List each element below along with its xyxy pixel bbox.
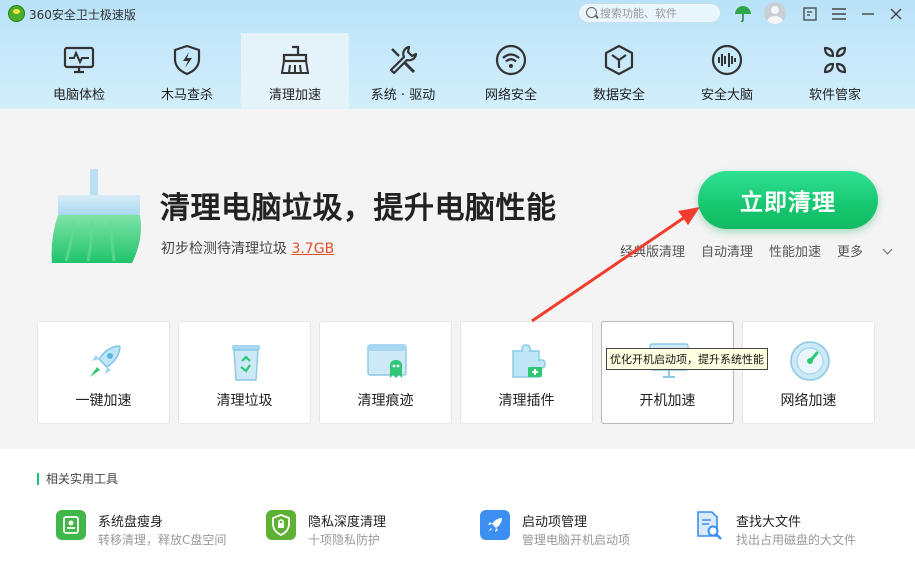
util-desc: 管理电脑开机启动项 — [522, 533, 631, 547]
page-headline: 清理电脑垃圾，提升电脑性能 — [160, 191, 557, 226]
tool-clean-junk[interactable]: 清理垃圾 — [178, 321, 311, 424]
more-label: 更多 — [837, 245, 864, 260]
nav-label: 安全大脑 — [700, 88, 753, 103]
nav-item-clean-speedup[interactable]: 清理加速 — [241, 33, 349, 109]
shield-bolt-icon — [170, 43, 204, 77]
nav-item-trojan-scan[interactable]: 木马查杀 — [133, 33, 241, 109]
trace-window-icon — [366, 340, 408, 382]
close-icon[interactable] — [886, 4, 906, 24]
tool-clean-traces[interactable]: 清理痕迹 — [319, 321, 452, 424]
util-title: 系统盘瘦身 — [98, 515, 164, 530]
more-dropdown[interactable]: 更多 — [837, 241, 907, 260]
broom-icon — [278, 43, 312, 77]
header: 360安全卫士极速版 电脑体检 — [0, 0, 915, 109]
tool-label: 一键加速 — [75, 393, 132, 409]
tool-label: 清理插件 — [498, 393, 555, 409]
nav-item-data-security[interactable]: 数据安全 — [565, 33, 673, 109]
clean-panel: 清理电脑垃圾，提升电脑性能 初步检测待清理垃圾 3.7GB 立即清理 经典版清理… — [0, 109, 915, 449]
nav-item-network-security[interactable]: 网络安全 — [457, 33, 565, 109]
menu-icon[interactable] — [829, 4, 849, 24]
title-bar: 360安全卫士极速版 — [0, 0, 915, 28]
wrench-screwdriver-icon — [386, 43, 420, 77]
cube-icon — [602, 43, 636, 77]
brain-icon — [710, 43, 744, 77]
utilities-section: 相关实用工具 系统盘瘦身 转移清理，释放C盘空间 隐私深度清理 十项隐私防护 启… — [0, 449, 915, 575]
search-box[interactable] — [578, 3, 721, 23]
umbrella-icon[interactable] — [733, 4, 753, 24]
nav-label: 系统 · 驱动 — [370, 88, 436, 103]
nav-label: 网络安全 — [484, 88, 537, 103]
privacy-shield-icon — [266, 510, 296, 540]
avatar[interactable] — [764, 2, 786, 24]
nav-label: 数据安全 — [592, 88, 645, 103]
tool-one-click-speedup[interactable]: 一键加速 — [37, 321, 170, 424]
clean-now-button[interactable]: 立即清理 — [698, 171, 878, 229]
main-nav: 电脑体检 木马查杀 清理加速 系统 · 驱动 网络安全 数据安全 安全大脑 软件… — [25, 33, 889, 109]
rocket-icon — [84, 340, 126, 382]
util-title: 查找大文件 — [736, 515, 802, 530]
junk-size-link[interactable]: 3.7GB — [291, 241, 334, 257]
tool-clean-plugins[interactable]: 清理插件 — [460, 321, 593, 424]
junk-summary: 初步检测待清理垃圾 3.7GB — [161, 238, 334, 258]
quick-tools: 一键加速 清理垃圾 清理痕迹 清理插件 开机加速 网络加速 — [37, 321, 883, 424]
nav-item-security-brain[interactable]: 安全大脑 — [673, 33, 781, 109]
monitor-pulse-icon — [62, 43, 96, 77]
pointer-arrow — [531, 207, 700, 323]
recycle-bin-icon — [225, 340, 267, 382]
tool-startup-speedup[interactable]: 开机加速 — [601, 321, 734, 424]
nav-item-pc-checkup[interactable]: 电脑体检 — [25, 33, 133, 109]
search-input[interactable] — [600, 5, 715, 21]
puzzle-icon — [507, 340, 549, 382]
nav-label: 木马查杀 — [160, 88, 213, 103]
app-title: 360安全卫士极速版 — [29, 8, 136, 22]
nav-item-software-manager[interactable]: 软件管家 — [781, 33, 889, 109]
junk-summary-label: 初步检测待清理垃圾 — [161, 241, 287, 257]
nav-label: 清理加速 — [268, 88, 321, 103]
nav-label: 电脑体检 — [52, 88, 105, 103]
rocket-icon — [480, 510, 510, 540]
tool-label: 网络加速 — [780, 393, 837, 409]
performance-speedup-link[interactable]: 性能加速 — [769, 241, 821, 260]
tool-label: 开机加速 — [639, 393, 696, 409]
util-title: 隐私深度清理 — [308, 515, 387, 530]
file-search-icon — [694, 510, 724, 540]
tool-label: 清理痕迹 — [357, 393, 414, 409]
disk-icon — [56, 510, 86, 540]
feedback-icon[interactable] — [800, 4, 820, 24]
nav-item-system-driver[interactable]: 系统 · 驱动 — [349, 33, 457, 109]
minimize-icon[interactable] — [858, 4, 878, 24]
search-icon — [586, 7, 597, 18]
chevron-down-icon — [882, 244, 893, 255]
section-title: 相关实用工具 — [37, 473, 118, 485]
tool-label: 清理垃圾 — [216, 393, 273, 409]
tooltip: 优化开机启动项，提升系统性能 — [606, 348, 768, 370]
speedometer-icon — [789, 340, 831, 382]
util-desc: 十项隐私防护 — [308, 533, 381, 547]
app-logo-icon — [8, 5, 25, 22]
wifi-icon — [494, 43, 528, 77]
apps-icon — [818, 43, 852, 77]
util-title: 启动项管理 — [522, 515, 588, 530]
util-desc: 找出占用磁盘的大文件 — [736, 533, 857, 547]
broom-illustration — [51, 169, 141, 263]
tool-network-speedup[interactable]: 网络加速 — [742, 321, 875, 424]
util-desc: 转移清理，释放C盘空间 — [98, 533, 227, 547]
nav-label: 软件管家 — [808, 88, 861, 103]
